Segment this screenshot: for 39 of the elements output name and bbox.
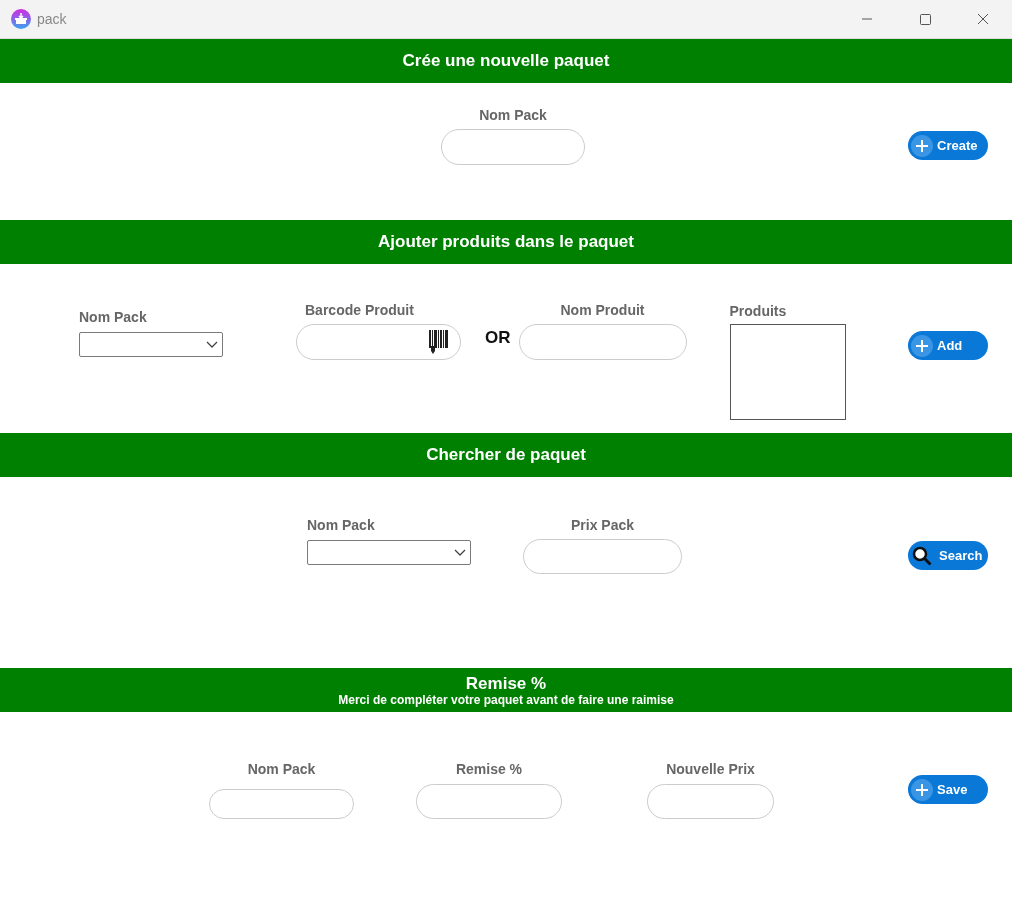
section-title: Ajouter produits dans le paquet [378, 232, 634, 252]
input-field[interactable] [523, 539, 682, 574]
field-label: Nom Pack [246, 761, 317, 777]
input-field[interactable] [647, 784, 774, 819]
section-title: Chercher de paquet [426, 445, 586, 465]
chevron-down-icon [454, 548, 466, 557]
plus-icon [911, 778, 933, 801]
barcode-scanner-icon [428, 328, 450, 356]
dropdown[interactable] [307, 540, 471, 565]
plus-icon [911, 134, 933, 157]
search-button[interactable]: Search [908, 541, 988, 570]
search-icon [911, 544, 933, 567]
chevron-down-icon [206, 340, 218, 349]
field-label: Nom Produit [559, 302, 646, 318]
field-label: Produits [729, 303, 788, 319]
app-icon [11, 9, 31, 29]
field-label: Prix Pack [569, 517, 636, 533]
input-field[interactable] [209, 789, 354, 819]
window-title: pack [37, 11, 67, 27]
section-title: Remise % [465, 673, 547, 693]
input-field[interactable] [416, 784, 562, 819]
field-label: Nouvelle Prix [665, 761, 756, 777]
input-field[interactable] [518, 324, 687, 360]
action-button[interactable]: Create [908, 131, 988, 160]
field-label: Nom Pack [307, 517, 376, 533]
input-field[interactable] [441, 129, 585, 165]
plus-icon [911, 334, 933, 357]
barcode-field[interactable] [296, 324, 461, 360]
action-button[interactable]: Save [908, 775, 988, 804]
field-label: Nom Pack [79, 309, 148, 325]
dropdown[interactable] [79, 332, 223, 357]
action-button[interactable]: Add [908, 331, 988, 360]
field-label: Nom Pack [478, 107, 548, 123]
section-subtitle: Merci de compléter votre paquet avant de faire une raimise [338, 692, 674, 707]
field-label: Remise % [454, 761, 524, 777]
field-label: Barcode Produit [304, 302, 415, 318]
section-title: Crée une nouvelle paquet [402, 51, 610, 71]
product-list[interactable] [729, 324, 846, 420]
or-label: OR [485, 328, 511, 348]
